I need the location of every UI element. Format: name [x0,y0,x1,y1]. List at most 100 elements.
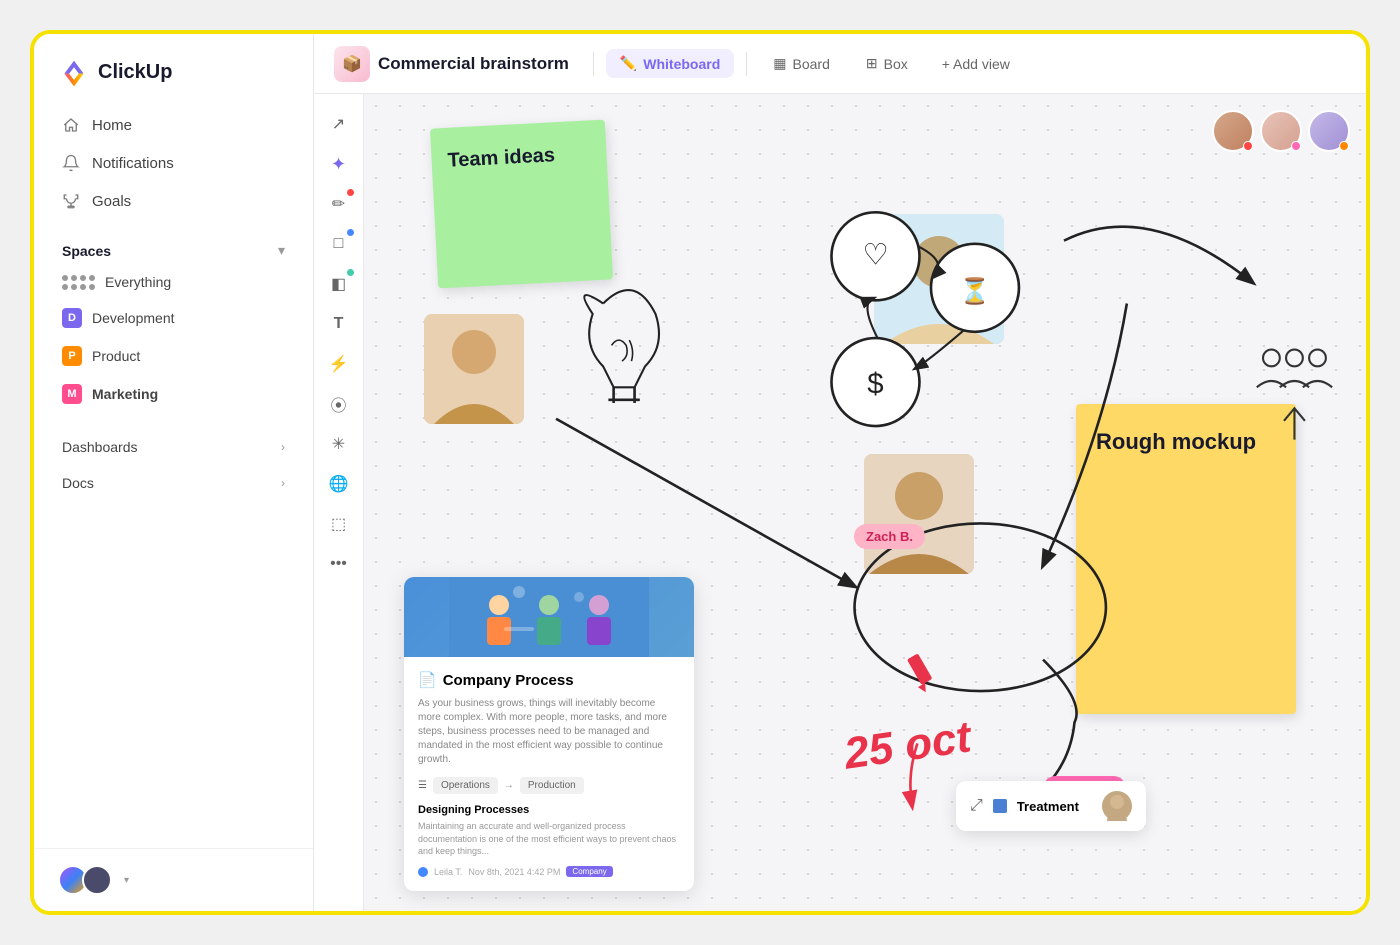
doc-date: Nov 8th, 2021 4:42 PM [468,867,560,877]
board-tab-label: Board [793,56,830,72]
docs-item[interactable]: Docs › [50,465,297,501]
tool-sparkle[interactable]: ✳ [321,426,357,462]
whiteboard-tab-label: Whiteboard [643,56,720,72]
project-icon-box: 📦 [334,46,370,82]
date-annotation: 25 oct [841,712,974,779]
clickup-logo-icon [58,56,90,88]
space-marketing[interactable]: M Marketing [50,375,297,413]
svg-text:$: $ [867,368,883,401]
goals-label: Goals [92,193,131,210]
tool-share[interactable]: ⦿ [321,386,357,422]
collaborator-2 [1260,110,1302,152]
author-dot [418,867,428,877]
company-process-card[interactable]: 📄 Company Process As your business grows… [404,577,694,891]
flow-from: Operations [433,777,498,794]
main-nav: Home Notifications Goals [34,106,313,220]
product-label: Product [92,348,140,364]
user-menu-chevron[interactable]: ▾ [124,875,129,886]
canvas-wrapper: ↗ ✦ ✏ □ ◧ T [314,94,1366,911]
spaces-header[interactable]: Spaces ▾ [50,236,297,265]
tool-rectangle[interactable]: □ [321,226,357,262]
tool-cursor[interactable]: ↗ [321,106,357,142]
space-product[interactable]: P Product [50,337,297,375]
treatment-color-block [993,799,1007,813]
tab-whiteboard[interactable]: ✏️ Whiteboard [606,49,734,78]
spaces-title: Spaces [62,243,111,259]
person-photo-2 [874,214,1004,344]
whiteboard-canvas[interactable]: Team ideas Rough mockup [364,94,1366,911]
rect-dot [347,229,354,236]
sidebar: ClickUp Home Notifications [34,34,314,911]
doc-footer: Leila T. Nov 8th, 2021 4:42 PM Company [418,866,680,877]
tool-lightning[interactable]: ⚡ [321,346,357,382]
dashboards-item[interactable]: Dashboards › [50,429,297,465]
flow-list-icon: ☰ [418,780,427,791]
project-title: Commercial brainstorm [378,54,569,74]
tool-globe[interactable]: 🌐 [321,466,357,502]
box-tab-label: Box [884,56,908,72]
sticky-note-green[interactable]: Team ideas [430,120,613,289]
main-content: 📦 Commercial brainstorm ✏️ Whiteboard ▦ … [314,34,1366,911]
home-label: Home [92,117,132,134]
development-badge: D [62,308,82,328]
zach-badge: Zach B. [854,524,925,549]
sidebar-lower: Dashboards › Docs › [34,421,313,509]
add-view-button[interactable]: + Add view [930,50,1022,78]
tool-palette[interactable]: ✦ [321,146,357,182]
nav-goals[interactable]: Goals [50,182,297,220]
doc-description: As your business grows, things will inev… [418,697,680,767]
doc-card-header [404,577,694,657]
person-photo-1 [424,314,524,424]
tab-board[interactable]: ▦ Board [759,49,844,78]
left-toolbar: ↗ ✦ ✏ □ ◧ T [314,94,364,911]
tool-note[interactable]: ◧ [321,266,357,302]
avatar-1-status [1243,141,1253,151]
project-icon: 📦 [342,54,362,74]
sticky-note-yellow[interactable]: Rough mockup [1076,404,1296,714]
doc-flow: ☰ Operations → Production [418,777,680,794]
pen-dot [347,189,354,196]
whiteboard-tab-icon: ✏️ [620,55,637,72]
treatment-user-avatar [1102,791,1132,821]
docs-label: Docs [62,475,94,491]
tool-more[interactable]: ••• [321,546,357,582]
flow-arrow-icon: → [504,780,514,791]
board-tab-icon: ▦ [773,55,786,72]
author-name: Leila T. [434,867,462,877]
avatar-3-status [1339,141,1349,151]
tool-image[interactable]: ⬚ [321,506,357,542]
logo-area[interactable]: ClickUp [34,34,313,106]
space-development[interactable]: D Development [50,299,297,337]
everything-label: Everything [105,274,171,290]
dashboards-label: Dashboards [62,439,138,455]
company-badge: Company [566,866,612,877]
collaborator-1 [1212,110,1254,152]
flow-to: Production [520,777,584,794]
treatment-card[interactable]: ⤢ Treatment [956,781,1146,831]
sidebar-footer: ▾ [34,848,313,911]
person-photo-3 [864,454,974,574]
avatar-2-status [1291,141,1301,151]
nav-home[interactable]: Home [50,106,297,144]
home-icon [62,116,80,134]
product-badge: P [62,346,82,366]
doc-section-text: Maintaining an accurate and well-organiz… [418,820,680,858]
tool-text[interactable]: T [321,306,357,342]
user-avatars [58,865,112,895]
trophy-icon [62,192,80,210]
grid-icon [62,275,95,290]
add-view-label: + Add view [942,56,1010,72]
toolbar: 📦 Commercial brainstorm ✏️ Whiteboard ▦ … [314,34,1366,94]
spaces-section: Spaces ▾ Everything D Development P Prod… [34,220,313,421]
collaborator-avatars [1212,110,1350,152]
tool-pen[interactable]: ✏ [321,186,357,222]
collaborator-3 [1308,110,1350,152]
nav-notifications[interactable]: Notifications [50,144,297,182]
chevron-down-icon: ▾ [278,242,285,259]
development-label: Development [92,310,175,326]
doc-card-body: 📄 Company Process As your business grows… [404,657,694,891]
tab-box[interactable]: ⊞ Box [852,49,922,78]
dashboards-chevron: › [281,440,285,454]
move-icon: ⤢ [970,797,983,815]
space-everything[interactable]: Everything [50,265,297,299]
